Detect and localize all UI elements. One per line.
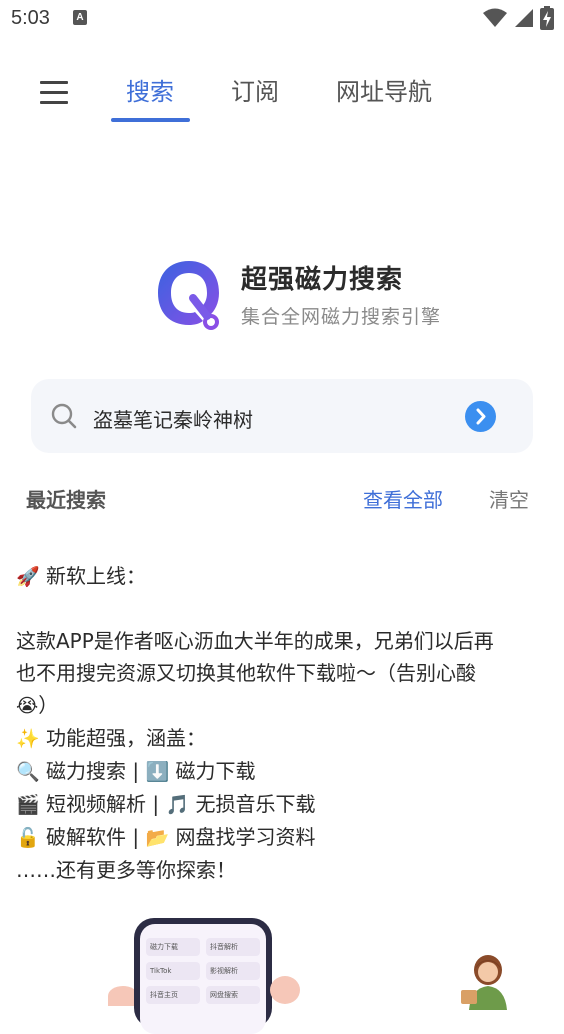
clear-button[interactable]: 清空 — [489, 484, 529, 513]
view-all-button[interactable]: 查看全部 — [363, 484, 443, 513]
phone-app-cell: 磁力下载 — [146, 938, 200, 956]
tab-url-navigation[interactable]: 网址导航 — [336, 72, 432, 107]
feature-line: 🔍 磁力搜索 | ⬇️ 磁力下载 — [16, 759, 256, 783]
announcement-body-line: 也不用搜完资源又切换其他软件下载啦～（告别心酸 — [16, 661, 476, 685]
hand-illustration — [270, 976, 300, 1004]
brand-title: 超强磁力搜索 — [241, 265, 404, 295]
cell-signal-icon — [515, 9, 533, 27]
status-time: 5:03 — [11, 7, 50, 29]
active-tab-indicator — [111, 118, 190, 122]
search-query-text[interactable]: 盗墓笔记秦岭神树 — [93, 404, 253, 433]
announcement-closing: ……还有更多等你探索！ — [16, 858, 236, 882]
crying-face-icon: 😭 — [16, 695, 39, 717]
phone-screen: 磁力下载 抖音解析 TikTok 影视解析 抖音主页 网盘搜索 — [140, 924, 266, 1034]
phone-app-cell: 抖音解析 — [206, 938, 260, 956]
magnifier-icon: 🔍 — [16, 761, 40, 783]
search-input[interactable]: 盗墓笔记秦岭神树 — [31, 379, 533, 453]
feature-line: 🔓 破解软件 | 📂 网盘找学习资料 — [16, 825, 316, 849]
sparkles-icon: ✨ — [16, 728, 40, 750]
announcement-heading: 🚀 新软上线： — [16, 564, 147, 588]
recent-search-title: 最近搜索 — [26, 488, 106, 512]
announcement-body-line: 这款APP是作者呕心沥血大半年的成果，兄弟们以后再 — [16, 629, 494, 653]
phone-app-cell: 抖音主页 — [146, 986, 200, 1004]
battery-charging-icon — [540, 6, 554, 30]
brand-subtitle: 集合全网磁力搜索引擎 — [241, 306, 442, 328]
features-title: ✨ 功能超强，涵盖： — [16, 726, 207, 750]
down-arrow-icon: ⬇️ — [145, 761, 170, 783]
phone-illustration: 磁力下载 抖音解析 TikTok 影视解析 抖音主页 网盘搜索 — [134, 918, 272, 1034]
phone-app-cell: TikTok — [146, 962, 200, 980]
phone-app-cell: 网盘搜索 — [206, 986, 260, 1004]
tab-subscribe[interactable]: 订阅 — [231, 72, 279, 107]
folder-icon: 📂 — [145, 827, 170, 849]
wifi-icon — [483, 8, 507, 27]
rocket-icon: 🚀 — [16, 566, 40, 588]
search-icon — [51, 403, 77, 429]
q-magnifier-logo — [158, 261, 219, 330]
clapper-icon: 🎬 — [16, 794, 40, 816]
chevron-right-circle-icon[interactable] — [465, 401, 496, 432]
status-bar: 5:03 A — [0, 0, 564, 38]
phone-app-cell: 影视解析 — [206, 962, 260, 980]
tab-search[interactable]: 搜索 — [126, 72, 174, 107]
girl-illustration — [461, 955, 507, 1010]
announcement-body-line: 😭） — [16, 693, 59, 717]
hamburger-menu-icon[interactable] — [38, 78, 70, 108]
unlock-icon: 🔓 — [16, 827, 40, 849]
notification-icon: A — [73, 10, 87, 25]
status-icons — [482, 6, 554, 30]
announcement: 🚀 新软上线： 这款APP是作者呕心沥血大半年的成果，兄弟们以后再 也不用搜完资… — [16, 560, 548, 886]
music-note-icon: 🎵 — [165, 794, 190, 816]
feature-line: 🎬 短视频解析 | 🎵 无损音乐下载 — [16, 792, 316, 816]
